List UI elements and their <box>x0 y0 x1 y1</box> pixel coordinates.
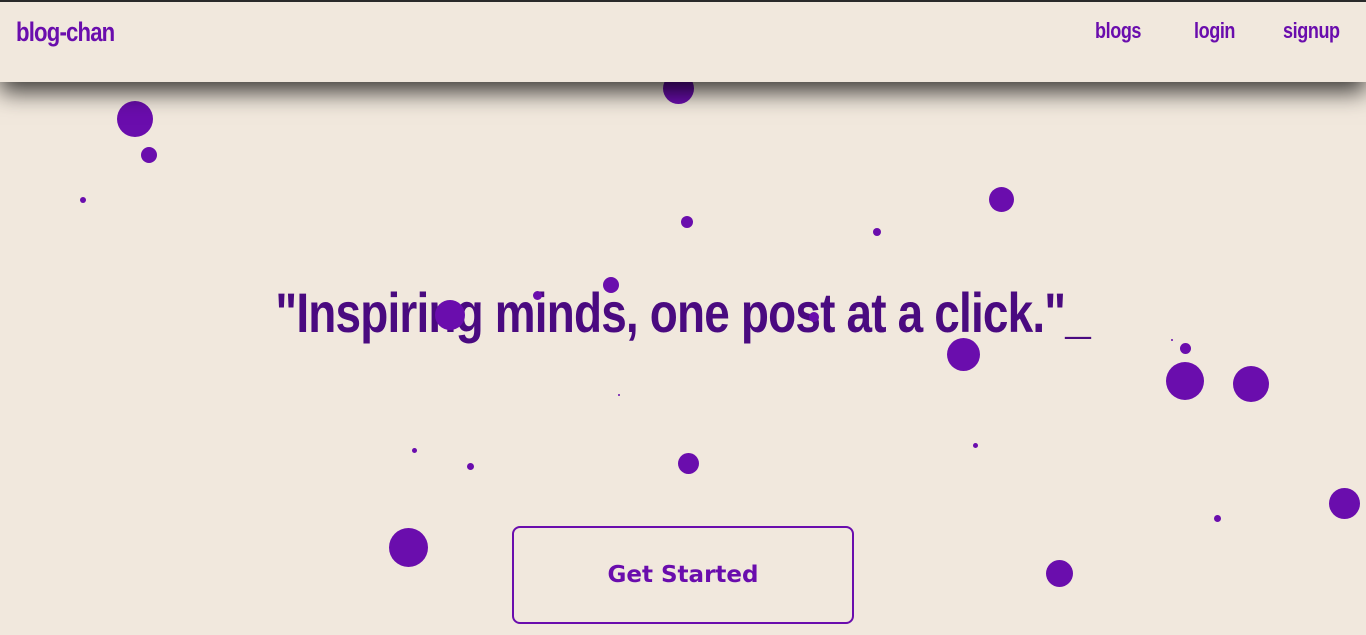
particle-dot <box>141 147 157 163</box>
navbar: blog-chan blogs login signup <box>0 0 1366 82</box>
typing-cursor: _ <box>1065 281 1092 344</box>
particle-dot <box>1329 488 1360 519</box>
nav-link-blogs[interactable]: blogs <box>1095 18 1141 44</box>
particle-dot <box>389 528 428 567</box>
particle-dot <box>1166 362 1204 400</box>
particle-dot <box>467 463 474 470</box>
brand-logo[interactable]: blog-chan <box>16 17 115 48</box>
hero-quote-text: "Inspiring minds, one post at a click." <box>275 281 1067 344</box>
particle-dot <box>117 101 153 137</box>
particle-dot <box>989 187 1014 212</box>
hero-quote: "Inspiring minds, one post at a click."_ <box>276 280 1091 345</box>
get-started-button[interactable]: Get Started <box>512 526 854 624</box>
particle-dot <box>1214 515 1221 522</box>
particle-dot <box>973 443 978 448</box>
particle-dot <box>80 197 86 203</box>
window-top-border <box>0 0 1366 2</box>
hero-headline: "Inspiring minds, one post at a click."_ <box>0 280 1366 345</box>
particle-dot <box>681 216 693 228</box>
particle-dot <box>678 453 699 474</box>
particle-dot <box>873 228 881 236</box>
nav-link-login[interactable]: login <box>1194 18 1235 44</box>
particle-dot <box>1046 560 1073 587</box>
nav-link-signup[interactable]: signup <box>1283 18 1340 44</box>
particle-dot <box>618 394 620 396</box>
particle-dot <box>412 448 417 453</box>
particle-dot <box>1233 366 1269 402</box>
